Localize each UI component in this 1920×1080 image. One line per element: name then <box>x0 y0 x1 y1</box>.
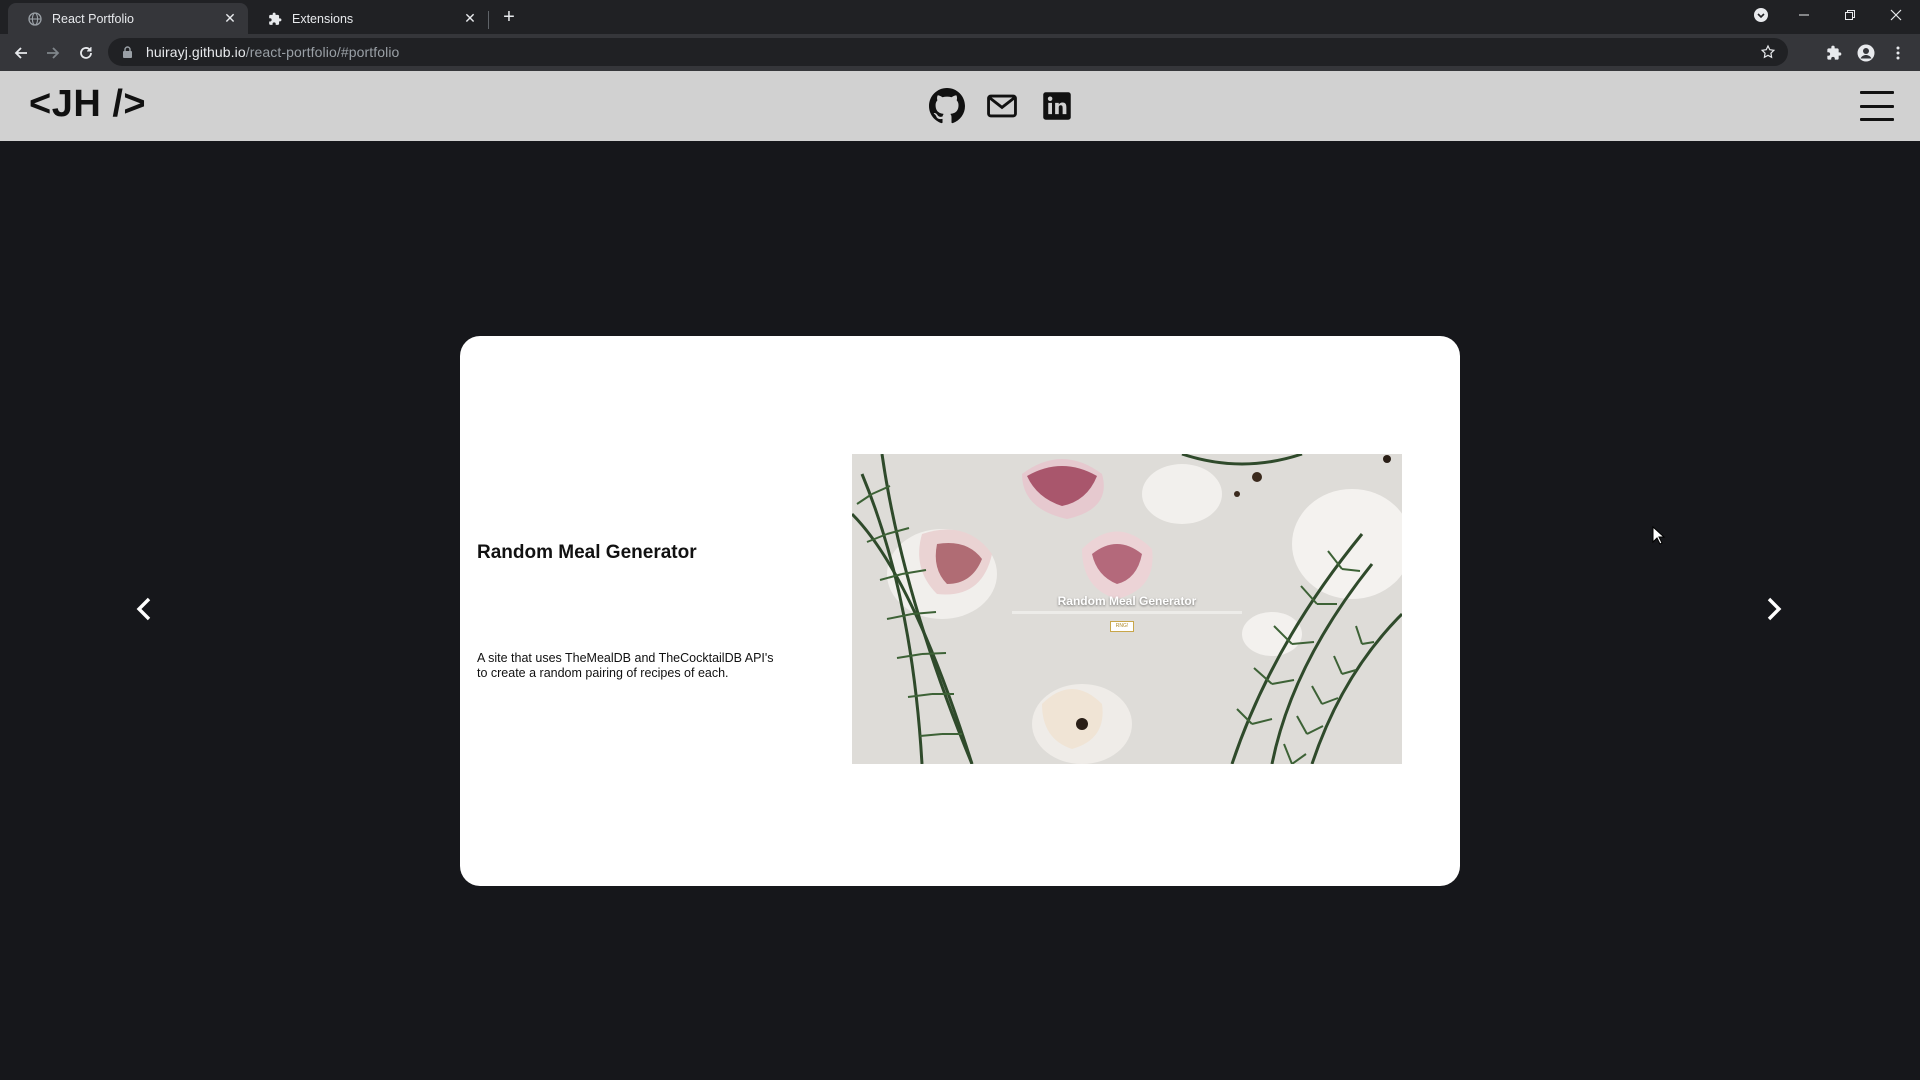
close-tab-icon[interactable]: ✕ <box>222 10 238 27</box>
tab-extensions[interactable]: Extensions ✕ <box>248 3 488 34</box>
profile-button[interactable] <box>1852 39 1880 67</box>
browser-toolbar: huirayj.github.io/react-portfolio/#portf… <box>0 34 1920 71</box>
tab-search-button[interactable] <box>1738 0 1784 30</box>
site-logo[interactable]: <JH /> <box>29 83 146 126</box>
extensions-button[interactable] <box>1820 39 1848 67</box>
reload-icon <box>80 47 92 59</box>
tab-title: Extensions <box>292 11 354 26</box>
screenshot-title: Random Meal Generator <box>1057 594 1197 608</box>
puzzle-icon <box>268 12 282 26</box>
close-window-button[interactable] <box>1873 0 1919 30</box>
project-screenshot-image <box>852 454 1402 764</box>
lock-icon[interactable] <box>122 46 134 58</box>
mouse-cursor-icon <box>1652 525 1666 551</box>
bookmark-star-icon[interactable] <box>1760 44 1776 65</box>
project-card: Random Meal Generator A site that uses T… <box>460 336 1460 886</box>
screenshot-subtitle <box>1012 611 1242 614</box>
screenshot-button: RNG! <box>1110 621 1134 632</box>
minimize-icon <box>1799 14 1809 16</box>
reload-button[interactable] <box>72 39 100 67</box>
chevron-down-icon <box>1754 8 1768 22</box>
chevron-right-icon <box>1767 597 1782 621</box>
tab-title: React Portfolio <box>52 11 134 26</box>
github-icon <box>929 88 965 124</box>
browser-tab-bar: React Portfolio ✕ Extensions ✕ + <box>0 0 1920 34</box>
tab-react-portfolio[interactable]: React Portfolio ✕ <box>8 3 248 34</box>
url-host: huirayj.github.io <box>146 44 246 60</box>
github-link[interactable] <box>927 86 967 126</box>
linkedin-link[interactable] <box>1037 86 1077 126</box>
url-text: huirayj.github.io/react-portfolio/#portf… <box>146 44 399 60</box>
site-header: <JH /> <box>0 71 1920 141</box>
restore-button[interactable] <box>1827 0 1873 30</box>
address-bar[interactable]: huirayj.github.io/react-portfolio/#portf… <box>108 38 1788 66</box>
arrow-right-icon <box>47 47 60 59</box>
portfolio-section: Random Meal Generator A site that uses T… <box>0 141 1920 1080</box>
globe-icon <box>28 11 42 26</box>
browser-menu-button[interactable] <box>1884 39 1912 67</box>
carousel-next-button[interactable] <box>1756 591 1792 627</box>
puzzle-icon <box>1827 45 1842 60</box>
project-description: A site that uses TheMealDB and TheCockta… <box>477 651 774 680</box>
hamburger-menu-icon[interactable] <box>1860 91 1894 121</box>
tab-separator <box>488 11 489 29</box>
chevron-left-icon <box>136 597 151 621</box>
back-button[interactable] <box>7 39 35 67</box>
project-screenshot[interactable]: Random Meal Generator RNG! <box>852 454 1402 764</box>
forward-button[interactable] <box>39 39 67 67</box>
close-icon <box>1890 9 1902 21</box>
carousel-prev-button[interactable] <box>126 591 162 627</box>
new-tab-button[interactable]: + <box>498 6 520 28</box>
arrow-left-icon <box>14 47 27 59</box>
url-path: /react-portfolio/#portfolio <box>245 44 400 60</box>
restore-icon <box>1845 10 1855 20</box>
kebab-menu-icon <box>1896 46 1900 60</box>
avatar-icon <box>1857 44 1875 62</box>
email-link[interactable] <box>982 86 1022 126</box>
linkedin-icon <box>1043 92 1071 120</box>
mail-icon <box>987 94 1017 118</box>
close-tab-icon[interactable]: ✕ <box>462 10 478 27</box>
minimize-button[interactable] <box>1781 0 1827 30</box>
project-title: Random Meal Generator <box>477 542 697 563</box>
